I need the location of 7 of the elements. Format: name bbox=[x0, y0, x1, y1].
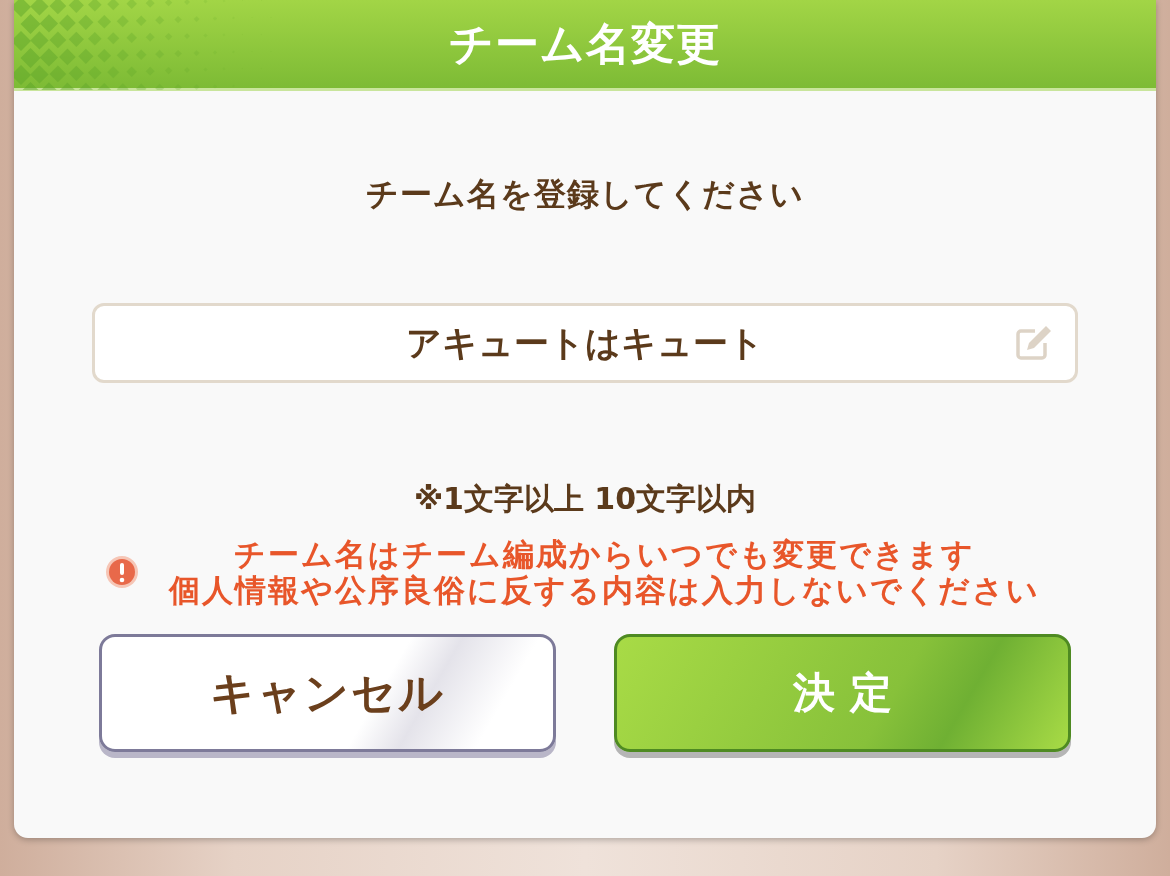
warning-text: チーム名はチーム編成からいつでも変更できます 個人情報や公序良俗に反する内容は入力しないでください bbox=[167, 536, 1041, 608]
dialog-title: チーム名変更 bbox=[449, 16, 721, 71]
length-rule-text: ※1文字以上 10文字以内 bbox=[413, 480, 757, 518]
alert-icon bbox=[105, 555, 139, 589]
prompt-text: チーム名を登録してください bbox=[366, 174, 804, 215]
edit-icon[interactable] bbox=[1015, 323, 1053, 361]
team-name-field[interactable]: アキュートはキュート bbox=[92, 303, 1078, 383]
